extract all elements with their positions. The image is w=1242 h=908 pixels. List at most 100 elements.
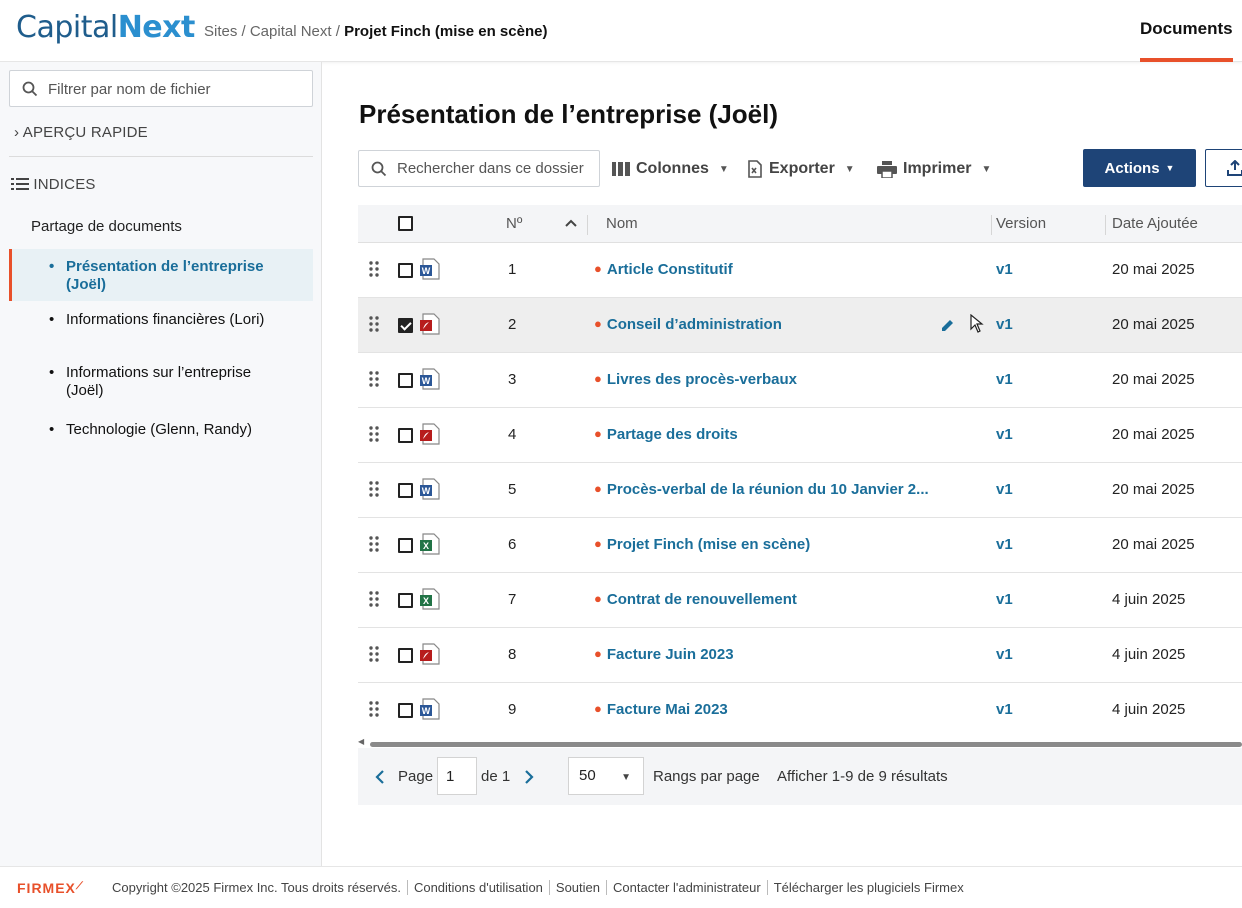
row-checkbox[interactable] xyxy=(398,428,413,443)
quick-view-toggle[interactable]: › APERÇU RAPIDE xyxy=(14,124,148,141)
scroll-left-icon[interactable]: ◀ xyxy=(358,737,364,746)
table-row[interactable]: 8 ● Facture Juin 2023 v1 4 juin 2025 xyxy=(358,628,1242,683)
status-dot: ● xyxy=(594,591,602,606)
row-checkbox[interactable] xyxy=(398,483,413,498)
tree-item-financial[interactable]: • Informations financières (Lori) xyxy=(9,311,313,351)
column-separator[interactable] xyxy=(991,215,992,235)
drag-handle-icon[interactable] xyxy=(369,261,379,277)
date-added: 20 mai 2025 xyxy=(1112,481,1195,498)
export-button[interactable]: Exporter ▼ xyxy=(747,160,855,178)
version-link[interactable]: v1 xyxy=(996,481,1013,498)
tree-root[interactable]: Partage de documents xyxy=(31,218,182,235)
table-row[interactable]: 2 ● Conseil d’administration v1 20 mai 20… xyxy=(358,298,1242,353)
drag-handle-icon[interactable] xyxy=(369,646,379,662)
column-header-date[interactable]: Date Ajoutée xyxy=(1112,215,1198,232)
row-checkbox[interactable] xyxy=(398,373,413,388)
horizontal-scrollbar[interactable]: ◀ xyxy=(358,737,1242,748)
row-checkbox[interactable] xyxy=(398,538,413,553)
nav-documents-tab[interactable]: Documents xyxy=(1140,19,1233,39)
column-separator[interactable] xyxy=(587,215,588,235)
table-row[interactable]: 4 ● Partage des droits v1 20 mai 2025 xyxy=(358,408,1242,463)
search-placeholder: Rechercher dans ce dossier xyxy=(397,160,584,177)
support-link[interactable]: Soutien xyxy=(548,880,606,895)
row-checkbox[interactable] xyxy=(398,318,413,333)
row-number: 2 xyxy=(508,316,517,333)
table-row[interactable]: W 5 ● Procès-verbal de la réunion du 10 J… xyxy=(358,463,1242,518)
table-row[interactable]: X 7 ● Contrat de renouvellement v1 4 juin… xyxy=(358,573,1242,628)
table-row[interactable]: W 9 ● Facture Mai 2023 v1 4 juin 2025 xyxy=(358,683,1242,738)
table-row[interactable]: X 6 ● Projet Finch (mise en scène) v1 20 … xyxy=(358,518,1242,573)
tree-item-presentation[interactable]: • Présentation de l’entreprise (Joël) xyxy=(9,249,313,301)
table-header: Nº Nom Version Date Ajoutée xyxy=(358,205,1242,243)
document-link[interactable]: ● Contrat de renouvellement xyxy=(594,591,797,608)
document-link[interactable]: ● Procès-verbal de la réunion du 10 Janvi… xyxy=(594,481,929,498)
drag-handle-icon[interactable] xyxy=(369,591,379,607)
drag-handle-icon[interactable] xyxy=(369,536,379,552)
svg-text:W: W xyxy=(422,486,431,496)
document-link[interactable]: ● Projet Finch (mise en scène) xyxy=(594,536,810,553)
date-added: 20 mai 2025 xyxy=(1112,371,1195,388)
word-file-icon: W xyxy=(420,478,440,500)
version-link[interactable]: v1 xyxy=(996,426,1013,443)
caret-down-icon: ▼ xyxy=(718,163,729,175)
document-link[interactable]: ● Livres des procès-verbaux xyxy=(594,371,797,388)
column-header-version[interactable]: Version xyxy=(996,215,1046,232)
version-link[interactable]: v1 xyxy=(996,261,1013,278)
table-row[interactable]: W 3 ● Livres des procès-verbaux v1 20 mai… xyxy=(358,353,1242,408)
document-link[interactable]: ● Conseil d’administration xyxy=(594,316,782,333)
version-link[interactable]: v1 xyxy=(996,536,1013,553)
table-row[interactable]: W 1 ● Article Constitutif v1 20 mai 2025 xyxy=(358,243,1242,298)
column-header-name[interactable]: Nom xyxy=(606,215,638,232)
terms-link[interactable]: Conditions d'utilisation xyxy=(406,880,549,895)
caret-down-icon: ▼ xyxy=(844,163,855,175)
indices-toggle[interactable]: INDICES xyxy=(11,176,96,193)
version-link[interactable]: v1 xyxy=(996,371,1013,388)
mouse-cursor-icon xyxy=(970,314,984,333)
drag-handle-icon[interactable] xyxy=(369,426,379,442)
drag-handle-icon[interactable] xyxy=(369,371,379,387)
row-checkbox[interactable] xyxy=(398,263,413,278)
chevron-left-icon[interactable] xyxy=(375,770,385,784)
document-link[interactable]: ● Article Constitutif xyxy=(594,261,733,278)
version-link[interactable]: v1 xyxy=(996,701,1013,718)
folder-search-input[interactable]: Rechercher dans ce dossier xyxy=(358,150,600,187)
column-separator[interactable] xyxy=(1105,215,1106,235)
upload-button[interactable] xyxy=(1205,149,1242,187)
version-link[interactable]: v1 xyxy=(996,316,1013,333)
breadcrumb-path[interactable]: Sites / Capital Next / xyxy=(204,23,344,40)
row-checkbox[interactable] xyxy=(398,648,413,663)
rows-per-page-select[interactable]: 50 ▼ xyxy=(568,757,644,795)
document-link[interactable]: ● Facture Juin 2023 xyxy=(594,646,734,663)
capitalnext-logo[interactable]: CapitalNext xyxy=(16,8,195,48)
print-button[interactable]: Imprimer ▼ xyxy=(877,160,991,178)
drag-handle-icon[interactable] xyxy=(369,701,379,717)
excel-file-icon: X xyxy=(420,588,440,610)
columns-icon xyxy=(612,162,630,176)
version-link[interactable]: v1 xyxy=(996,646,1013,663)
document-link[interactable]: ● Partage des droits xyxy=(594,426,738,443)
sort-ascending-icon[interactable] xyxy=(565,219,577,227)
date-added: 20 mai 2025 xyxy=(1112,536,1195,553)
actions-button[interactable]: Actions ▼ xyxy=(1083,149,1196,187)
chevron-right-icon: › xyxy=(14,124,20,141)
columns-button[interactable]: Colonnes ▼ xyxy=(612,160,729,178)
scrollbar-thumb[interactable] xyxy=(370,742,1242,747)
row-checkbox[interactable] xyxy=(398,593,413,608)
svg-text:W: W xyxy=(422,266,431,276)
chevron-right-icon[interactable] xyxy=(524,770,534,784)
select-all-checkbox[interactable] xyxy=(398,216,413,231)
date-added: 4 juin 2025 xyxy=(1112,646,1186,663)
tree-item-technology[interactable]: • Technologie (Glenn, Randy) xyxy=(9,421,313,443)
row-checkbox[interactable] xyxy=(398,703,413,718)
column-header-num[interactable]: Nº xyxy=(506,215,522,232)
drag-handle-icon[interactable] xyxy=(369,481,379,497)
tree-item-company-info[interactable]: • Informations sur l’entreprise (Joël) xyxy=(9,364,313,404)
pencil-icon[interactable] xyxy=(941,318,955,332)
document-link[interactable]: ● Facture Mai 2023 xyxy=(594,701,728,718)
drag-handle-icon[interactable] xyxy=(369,316,379,332)
filter-input[interactable]: Filtrer par nom de fichier xyxy=(9,70,313,107)
contact-admin-link[interactable]: Contacter l'administrateur xyxy=(606,880,767,895)
page-number-input[interactable]: 1 xyxy=(437,757,477,795)
download-plugins-link[interactable]: Télécharger les plugiciels Firmex xyxy=(766,880,970,895)
version-link[interactable]: v1 xyxy=(996,591,1013,608)
